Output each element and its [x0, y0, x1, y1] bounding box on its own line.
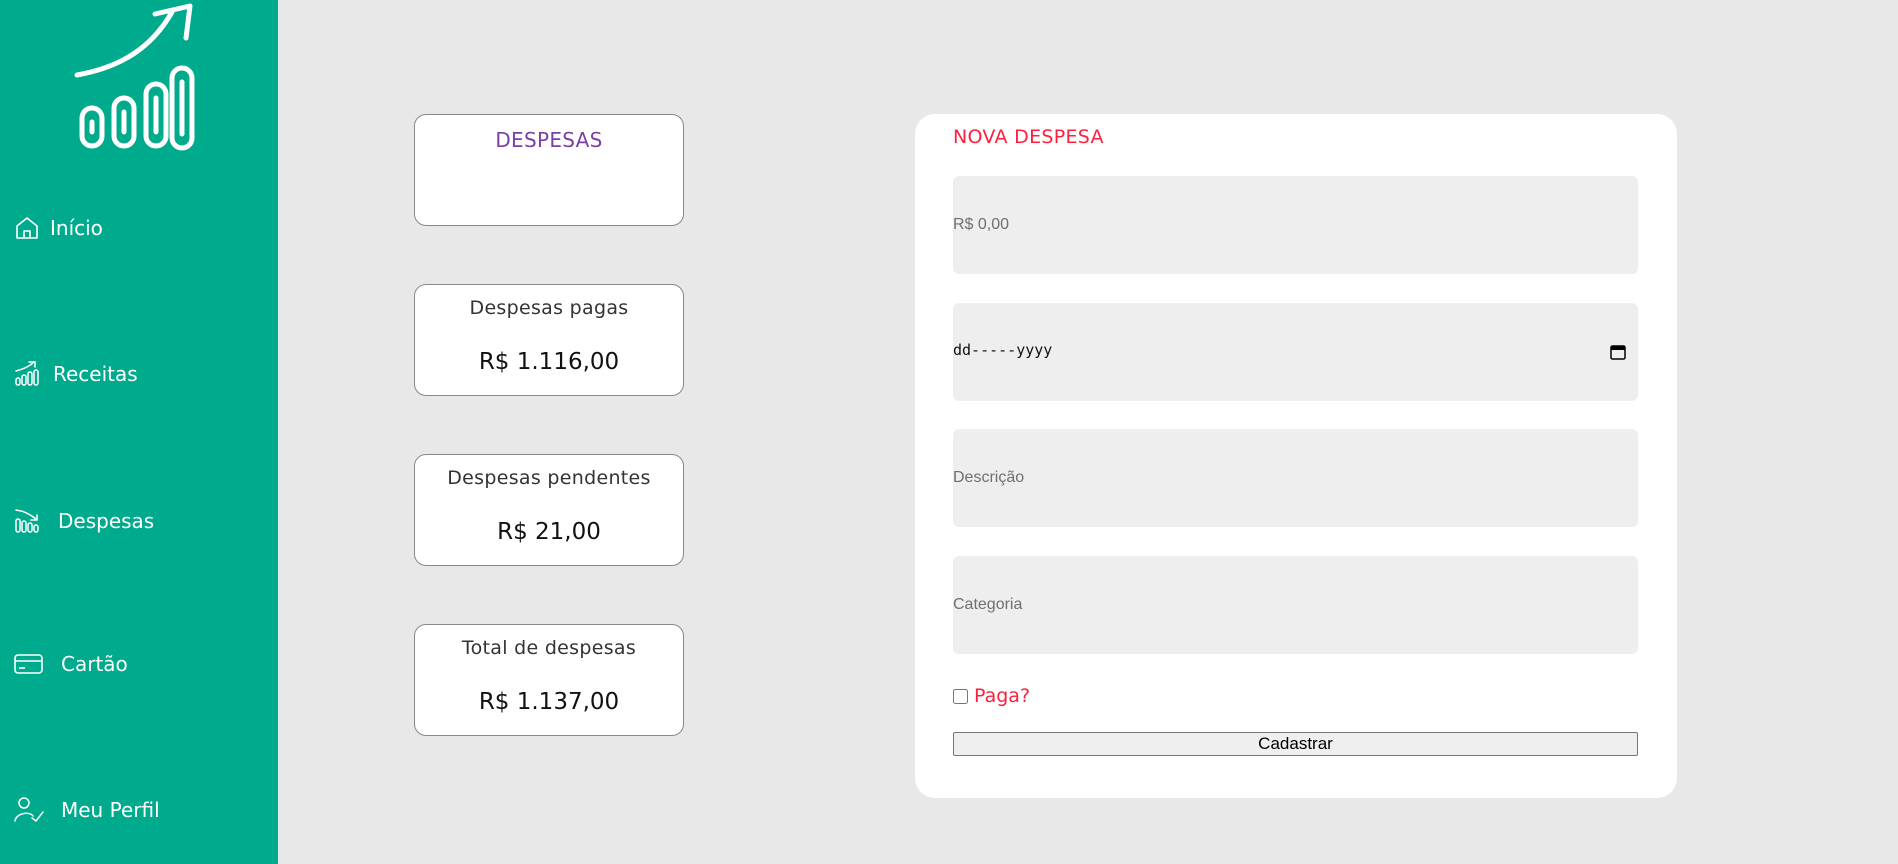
sidebar-item-label: Início	[50, 216, 103, 240]
growth-chart-icon	[74, 3, 195, 151]
home-icon	[14, 215, 40, 241]
sidebar-item-despesas[interactable]: Despesas	[14, 505, 154, 537]
pending-expenses-card: Despesas pendentes R$ 21,00	[414, 454, 684, 566]
card-title: Total de despesas	[461, 637, 637, 659]
category-input[interactable]	[953, 556, 1638, 654]
amount-input[interactable]	[953, 176, 1638, 274]
sidebar-item-label: Cartão	[61, 652, 128, 676]
card-value: R$ 21,00	[497, 519, 601, 545]
submit-button[interactable]: Cadastrar	[953, 732, 1638, 756]
credit-card-icon	[14, 651, 44, 677]
paid-checkbox[interactable]	[953, 688, 968, 704]
sidebar-item-receitas[interactable]: Receitas	[14, 358, 138, 390]
card-value: R$ 1.116,00	[478, 349, 620, 375]
card-title: Despesas pagas	[469, 297, 629, 319]
expenses-header-card: DESPESAS	[414, 114, 684, 226]
total-expenses-card: Total de despesas R$ 1.137,00	[414, 624, 684, 736]
sidebar-item-cartao[interactable]: Cartão	[14, 648, 128, 680]
sidebar-item-label: Receitas	[53, 362, 138, 386]
new-expense-form: NOVA DESPESA dd-----yyyy Paga? Cadastrar	[915, 114, 1677, 798]
sidebar-item-label: Despesas	[58, 509, 155, 533]
sidebar: Início Receitas Despesas Cartão Meu Perf…	[0, 0, 278, 864]
card-value: R$ 1.137,00	[478, 689, 620, 715]
paid-label[interactable]: Paga?	[974, 685, 1030, 707]
sidebar-item-meu-perfil[interactable]: Meu Perfil	[14, 794, 160, 826]
card-title: Despesas pendentes	[447, 467, 651, 489]
calendar-icon[interactable]	[1610, 344, 1626, 360]
paid-expenses-card: Despesas pagas R$ 1.116,00	[414, 284, 684, 396]
chart-up-icon	[14, 361, 40, 387]
chart-down-icon	[14, 508, 40, 534]
paid-row: Paga?	[953, 685, 1030, 707]
date-input[interactable]: dd-----yyyy	[953, 303, 1638, 401]
card-title: DESPESAS	[495, 128, 603, 152]
description-input[interactable]	[953, 429, 1638, 527]
date-placeholder: dd-----yyyy	[953, 341, 1053, 359]
sidebar-item-label: Meu Perfil	[61, 798, 160, 822]
user-check-icon	[14, 797, 44, 823]
sidebar-item-inicio[interactable]: Início	[14, 212, 103, 244]
form-title: NOVA DESPESA	[953, 126, 1104, 148]
